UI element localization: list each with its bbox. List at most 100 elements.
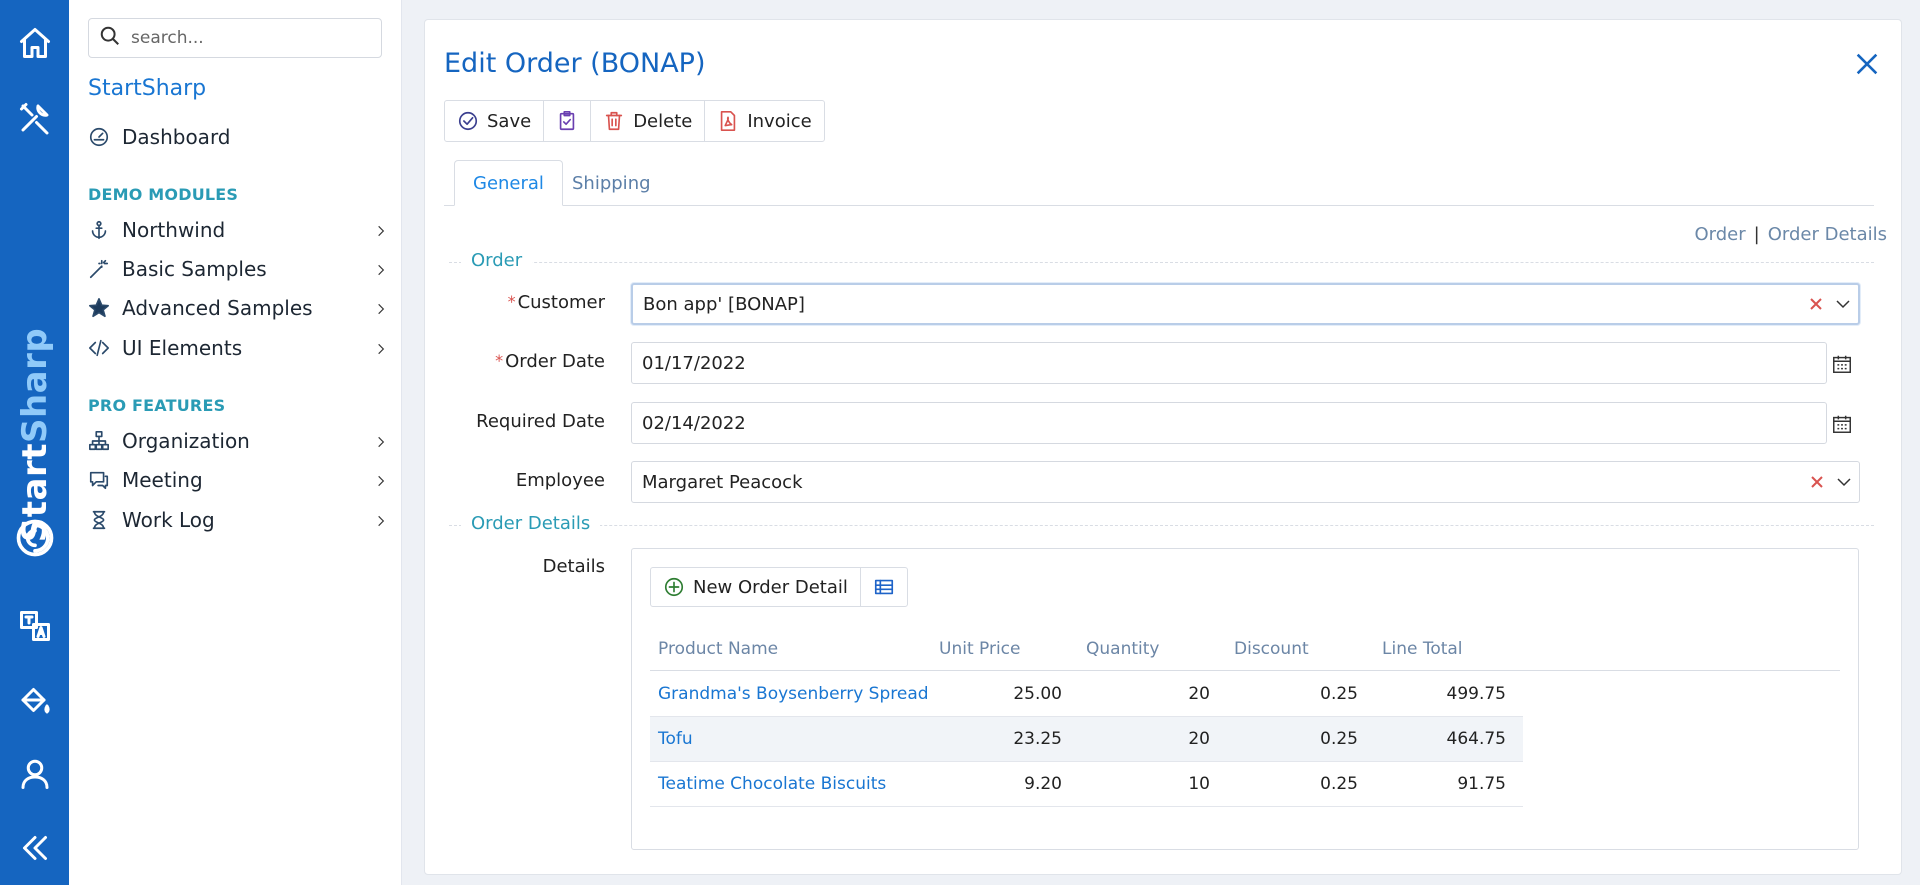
employee-value: Margaret Peacock — [642, 471, 803, 493]
sidebar: StartSharp Dashboard DEMO MODULES Northw… — [69, 0, 402, 885]
discount-cell: 0.25 — [1320, 774, 1358, 794]
anchor-order[interactable]: Order — [1694, 224, 1745, 245]
required-marker: * — [495, 351, 504, 370]
line-total-cell: 91.75 — [1457, 774, 1506, 794]
logo-icon — [0, 510, 69, 566]
order-section-divider — [449, 262, 1874, 263]
chevron-down-icon[interactable] — [1835, 473, 1853, 491]
sidebar-item-label: Meeting — [122, 468, 203, 492]
details-label: Details — [542, 556, 605, 577]
sidebar-item-dashboard[interactable]: Dashboard — [88, 119, 388, 155]
column-header-quantity[interactable]: Quantity — [1086, 639, 1159, 659]
brand-part2: Sharp — [15, 327, 55, 444]
required-date-value: 02/14/2022 — [642, 412, 746, 434]
tab-general[interactable]: General — [454, 160, 563, 206]
table-row[interactable]: Teatime Chocolate Biscuits 9.20 10 0.25 … — [650, 762, 1523, 807]
pdf-file-icon — [721, 111, 736, 131]
tab-shipping[interactable]: Shipping — [554, 160, 669, 206]
table-row[interactable]: Grandma's Boysenberry Spread 25.00 20 0.… — [650, 672, 1523, 717]
sidebar-item-advanced-samples[interactable]: Advanced Samples — [88, 290, 388, 326]
gauge-icon — [88, 126, 110, 148]
customer-label-text: Customer — [517, 292, 605, 313]
check-circle-icon — [458, 111, 478, 131]
sidebar-item-label: Dashboard — [122, 125, 231, 149]
search-input[interactable] — [131, 28, 371, 48]
required-marker: * — [507, 292, 516, 311]
chevron-right-icon — [374, 341, 388, 355]
column-header-product-name[interactable]: Product Name — [658, 639, 778, 659]
theme-icon[interactable] — [0, 672, 69, 728]
unit-price-cell: 23.25 — [1013, 729, 1062, 749]
chevron-right-icon — [374, 262, 388, 276]
employee-select[interactable]: Margaret Peacock — [631, 461, 1860, 503]
collapse-icon[interactable] — [0, 820, 69, 876]
anchor-icon — [88, 219, 110, 241]
product-link[interactable]: Grandma's Boysenberry Spread — [658, 684, 929, 704]
order-date-input[interactable]: 01/17/2022 — [631, 342, 1827, 384]
sidebar-item-label: UI Elements — [122, 336, 243, 360]
close-button[interactable] — [1853, 50, 1881, 78]
sidebar-item-label: Basic Samples — [122, 257, 267, 281]
delete-label: Delete — [633, 110, 693, 132]
search-box[interactable] — [88, 18, 382, 58]
sidebar-item-ui-elements[interactable]: UI Elements — [88, 330, 388, 366]
customer-value: Bon app' [BONAP] — [643, 293, 805, 315]
calendar-icon[interactable] — [1831, 413, 1853, 435]
home-icon[interactable] — [0, 15, 69, 71]
app-title[interactable]: StartSharp — [88, 76, 206, 101]
anchor-order-details[interactable]: Order Details — [1768, 224, 1887, 245]
order-date-label: * Order Date — [425, 351, 605, 372]
section-anchors: Order | Order Details — [1694, 224, 1887, 245]
add-circle-icon — [664, 577, 684, 597]
sidebar-item-basic-samples[interactable]: Basic Samples — [88, 251, 388, 287]
clear-icon[interactable] — [1808, 296, 1824, 312]
section-pro-features: PRO FEATURES — [88, 396, 226, 415]
product-link[interactable]: Teatime Chocolate Biscuits — [658, 774, 886, 794]
unit-price-cell: 25.00 — [1013, 684, 1062, 704]
star-icon — [88, 297, 110, 319]
chevron-down-icon[interactable] — [1834, 295, 1852, 313]
column-header-line-total[interactable]: Line Total — [1382, 639, 1463, 659]
sidebar-item-label: Northwind — [122, 218, 226, 242]
tab-bar: General Shipping — [444, 160, 1874, 206]
calendar-icon[interactable] — [1831, 353, 1853, 375]
order-section-legend: Order — [461, 250, 533, 271]
sidebar-item-meeting[interactable]: Meeting — [88, 462, 388, 498]
quantity-cell: 20 — [1188, 684, 1210, 704]
clear-icon[interactable] — [1809, 474, 1825, 490]
quantity-cell: 10 — [1188, 774, 1210, 794]
user-icon[interactable] — [0, 746, 69, 802]
tools-icon[interactable] — [0, 90, 69, 146]
sidebar-item-work-log[interactable]: Work Log — [88, 502, 388, 538]
search-icon — [99, 25, 121, 52]
translate-icon[interactable] — [0, 598, 69, 654]
required-date-input[interactable]: 02/14/2022 — [631, 402, 1827, 444]
column-picker-button[interactable] — [861, 568, 907, 606]
trash-icon — [606, 111, 623, 131]
customer-select[interactable]: Bon app' [BONAP] — [631, 283, 1860, 325]
product-link[interactable]: Tofu — [658, 729, 693, 749]
discount-cell: 0.25 — [1320, 729, 1358, 749]
column-header-discount[interactable]: Discount — [1234, 639, 1309, 659]
delete-button[interactable]: Delete — [591, 101, 706, 141]
new-order-detail-button[interactable]: New Order Detail — [651, 568, 861, 606]
line-total-cell: 499.75 — [1446, 684, 1506, 704]
customer-label: * Customer — [425, 292, 605, 313]
sidebar-item-label: Organization — [122, 429, 250, 453]
employee-label: Employee — [515, 470, 605, 491]
tab-label: General — [473, 172, 544, 194]
table-row[interactable]: Tofu 23.25 20 0.25 464.75 — [650, 717, 1523, 762]
column-header-unit-price[interactable]: Unit Price — [939, 639, 1020, 659]
chevron-right-icon — [374, 473, 388, 487]
dialog-title: Edit Order (BONAP) — [444, 48, 706, 79]
invoice-label: Invoice — [747, 110, 812, 132]
save-label: Save — [487, 110, 532, 132]
chevron-right-icon — [374, 513, 388, 527]
sidebar-item-northwind[interactable]: Northwind — [88, 212, 388, 248]
hourglass-icon — [88, 509, 110, 531]
invoice-button[interactable]: Invoice — [705, 101, 823, 141]
sidebar-item-organization[interactable]: Organization — [88, 423, 388, 459]
save-button[interactable]: Save — [445, 101, 545, 141]
apply-changes-button[interactable] — [544, 101, 592, 141]
new-order-detail-label: New Order Detail — [693, 576, 848, 598]
